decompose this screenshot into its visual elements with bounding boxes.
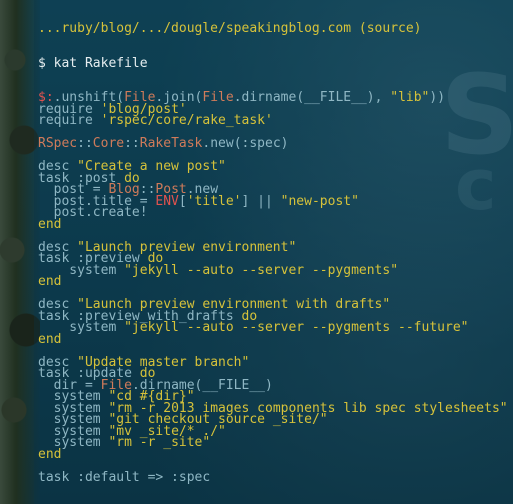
prompt-path-line: ...ruby/blog/.../dougle/speakingblog.com… xyxy=(38,21,422,36)
code-line: system "jekyll --auto --server --pygment… xyxy=(38,320,469,335)
code-line: post.create! xyxy=(38,205,148,220)
code-line: end xyxy=(38,446,62,462)
terminal-output[interactable]: ...ruby/blog/.../dougle/speakingblog.com… xyxy=(38,0,508,504)
code-line: RSpec::Core::RakeTask.new(:spec) xyxy=(38,136,289,151)
code-line: end xyxy=(38,216,62,232)
code-line: end xyxy=(38,331,62,347)
rakefile-code: $:.unshift(File.join(File.dirname(__FILE… xyxy=(38,91,508,485)
code-line: system "rm -r _site" xyxy=(38,435,211,450)
code-line: require 'rspec/core/rake_task' xyxy=(38,113,273,128)
code-line: system "jekyll --auto --server --pygment… xyxy=(38,262,399,278)
code-line: task :default => :spec xyxy=(38,469,211,485)
code-line: end xyxy=(38,274,62,289)
prompt-command: $ kat Rakefile xyxy=(38,55,148,71)
